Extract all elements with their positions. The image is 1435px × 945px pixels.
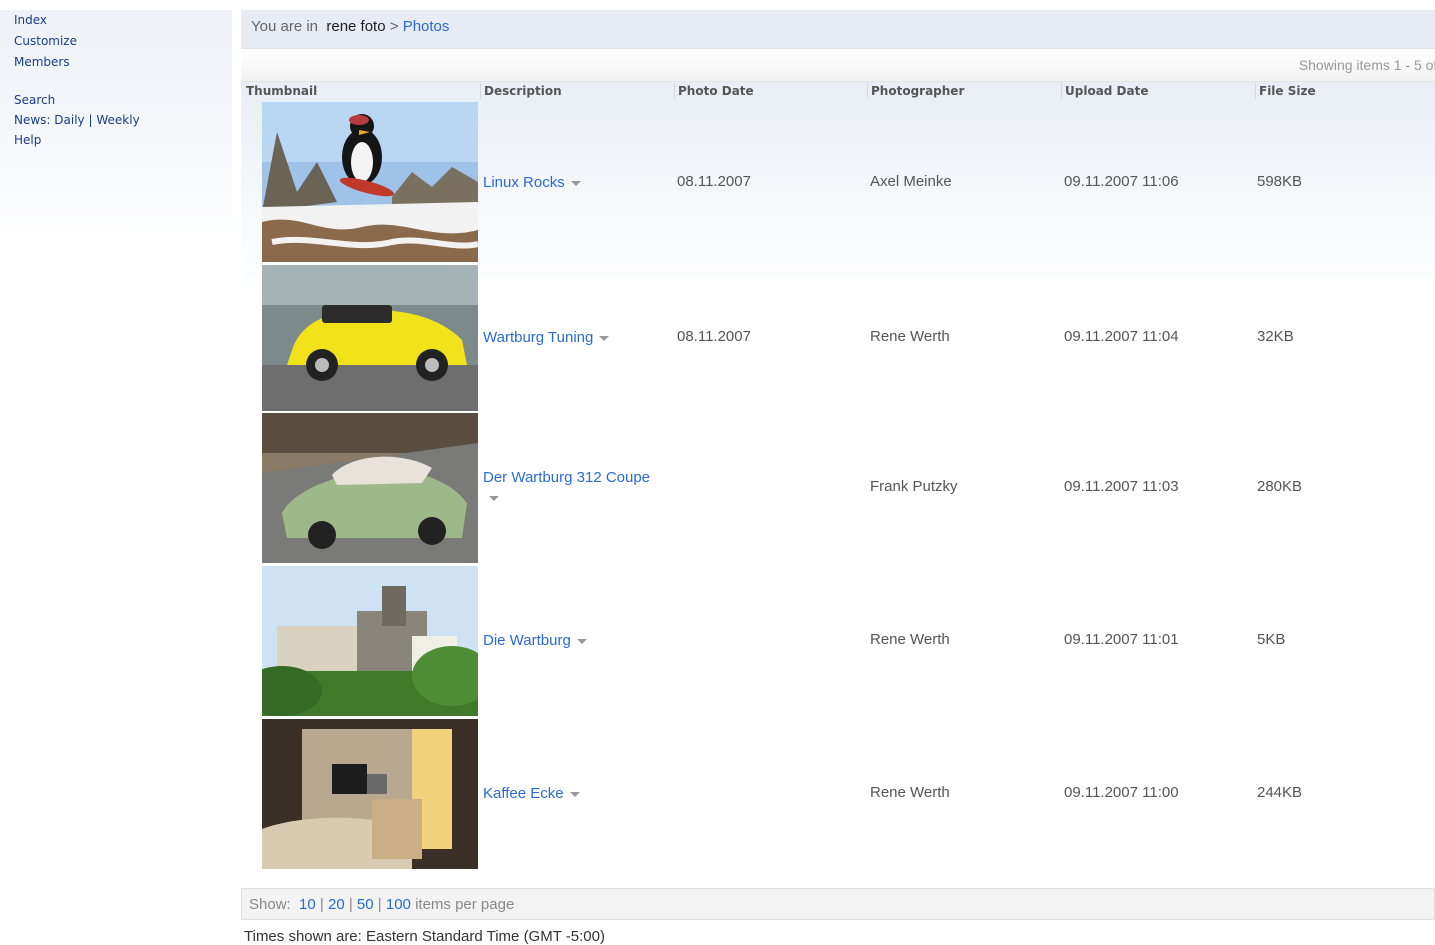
photo-description-link[interactable]: Linux Rocks bbox=[483, 173, 663, 193]
column-header-description[interactable]: Description bbox=[480, 83, 674, 99]
per-page-option-50[interactable]: 50 bbox=[357, 896, 374, 913]
news-daily-link[interactable]: Daily bbox=[54, 113, 84, 127]
photo-description-link[interactable]: Der Wartburg 312 Coupe bbox=[483, 468, 663, 508]
photo-description-link[interactable]: Kaffee Ecke bbox=[483, 784, 663, 804]
photo-description-link[interactable]: Wartburg Tuning bbox=[483, 328, 663, 348]
breadcrumb-separator: > bbox=[389, 18, 399, 35]
column-header-file-size[interactable]: File Size bbox=[1255, 83, 1435, 99]
upload-date: 09.11.2007 11:03 bbox=[1064, 478, 1179, 495]
sidebar-news: News: Daily | Weekly bbox=[14, 113, 140, 127]
paging-text: Showing items 1 - 5 of 5 bbox=[1298, 57, 1435, 73]
sidebar-nav: Index Customize Members Search News: Dai… bbox=[0, 10, 232, 250]
table-row: Linux Rocks 08.11.2007 Axel Meinke 09.11… bbox=[241, 102, 1435, 262]
upload-date: 09.11.2007 11:00 bbox=[1064, 784, 1179, 801]
table-row: Kaffee Ecke Rene Werth 09.11.2007 11:00 … bbox=[241, 719, 1435, 869]
news-separator: | bbox=[88, 113, 93, 127]
file-size: 32KB bbox=[1257, 328, 1294, 345]
file-size: 5KB bbox=[1257, 631, 1286, 648]
photographer: Rene Werth bbox=[870, 784, 950, 801]
show-label: Show: bbox=[249, 896, 291, 913]
photo-date: 08.11.2007 bbox=[677, 173, 751, 190]
thumbnail-image[interactable] bbox=[262, 566, 478, 716]
sidebar-item-index[interactable]: Index bbox=[14, 13, 47, 27]
per-page-separator: | bbox=[377, 896, 382, 913]
column-header-photographer[interactable]: Photographer bbox=[867, 83, 1061, 99]
photo-table: Thumbnail Description Photo Date Photogr… bbox=[241, 82, 1435, 872]
file-size: 244KB bbox=[1257, 784, 1303, 801]
description-text[interactable]: Die Wartburg bbox=[483, 632, 571, 649]
thumbnail-image[interactable] bbox=[262, 413, 478, 563]
photo-date: 08.11.2007 bbox=[677, 328, 751, 345]
timezone-note: Times shown are: Eastern Standard Time (… bbox=[244, 928, 605, 945]
thumbnail-image[interactable] bbox=[262, 719, 478, 869]
breadcrumb-prefix: You are in bbox=[251, 18, 319, 35]
photographer: Frank Putzky bbox=[870, 478, 958, 495]
per-page-option-100[interactable]: 100 bbox=[386, 896, 411, 913]
upload-date: 09.11.2007 11:04 bbox=[1064, 328, 1179, 345]
dropdown-caret-icon[interactable] bbox=[489, 495, 499, 501]
dropdown-caret-icon[interactable] bbox=[599, 335, 610, 341]
description-text[interactable]: Linux Rocks bbox=[483, 174, 565, 191]
per-page-separator: | bbox=[348, 896, 353, 913]
description-text[interactable]: Der Wartburg 312 Coupe bbox=[483, 469, 650, 486]
photographer: Rene Werth bbox=[870, 631, 950, 648]
dropdown-caret-icon[interactable] bbox=[569, 791, 580, 797]
main-content: You are in rene foto > Photos Showing it… bbox=[241, 10, 1435, 872]
column-header-upload-date[interactable]: Upload Date bbox=[1061, 83, 1255, 99]
photographer: Axel Meinke bbox=[870, 173, 952, 190]
file-size: 280KB bbox=[1257, 478, 1303, 495]
table-row: Der Wartburg 312 Coupe Frank Putzky 09.1… bbox=[241, 413, 1435, 563]
column-header-photo-date[interactable]: Photo Date bbox=[674, 83, 868, 99]
dropdown-caret-icon[interactable] bbox=[576, 638, 587, 644]
breadcrumb-location[interactable]: rene foto bbox=[326, 18, 385, 35]
dropdown-caret-icon[interactable] bbox=[570, 180, 581, 186]
upload-date: 09.11.2007 11:01 bbox=[1064, 631, 1179, 648]
thumbnail-image[interactable] bbox=[262, 265, 478, 411]
description-text[interactable]: Kaffee Ecke bbox=[483, 785, 564, 802]
per-page-option-10[interactable]: 10 bbox=[299, 896, 316, 913]
table-row: Die Wartburg Rene Werth 09.11.2007 11:01… bbox=[241, 566, 1435, 716]
items-per-page-bar: Show: 10 | 20 | 50 | 100 items per page bbox=[241, 888, 1435, 920]
photographer: Rene Werth bbox=[870, 328, 950, 345]
news-label: News: bbox=[14, 113, 51, 127]
sidebar-item-help[interactable]: Help bbox=[14, 133, 41, 147]
column-header-thumbnail[interactable]: Thumbnail bbox=[243, 83, 474, 99]
breadcrumb-current[interactable]: Photos bbox=[403, 18, 450, 35]
sidebar-item-customize[interactable]: Customize bbox=[14, 34, 77, 48]
description-text[interactable]: Wartburg Tuning bbox=[483, 329, 593, 346]
news-weekly-link[interactable]: Weekly bbox=[96, 113, 139, 127]
per-page-suffix: items per page bbox=[415, 896, 515, 913]
sidebar-item-members[interactable]: Members bbox=[14, 55, 70, 69]
per-page-separator: | bbox=[319, 896, 324, 913]
sidebar-item-search[interactable]: Search bbox=[14, 93, 55, 107]
upload-date: 09.11.2007 11:06 bbox=[1064, 173, 1179, 190]
paging-bar: Showing items 1 - 5 of 5 bbox=[241, 48, 1435, 82]
breadcrumb: You are in rene foto > Photos bbox=[241, 10, 1435, 48]
per-page-option-20[interactable]: 20 bbox=[328, 896, 345, 913]
file-size: 598KB bbox=[1257, 173, 1303, 190]
thumbnail-image[interactable] bbox=[262, 102, 478, 262]
table-row: Wartburg Tuning 08.11.2007 Rene Werth 09… bbox=[241, 265, 1435, 411]
photo-description-link[interactable]: Die Wartburg bbox=[483, 631, 663, 651]
